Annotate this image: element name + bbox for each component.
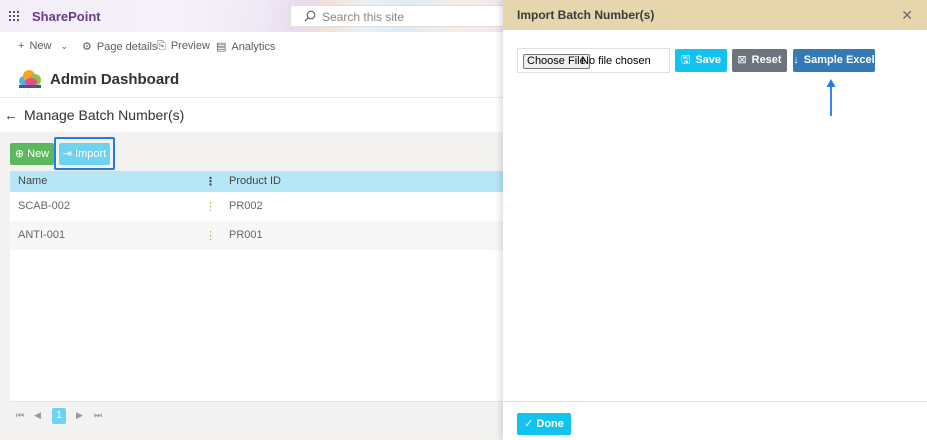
- cell-product-id: PR001: [229, 229, 263, 241]
- analytics-button[interactable]: ▤ Analytics: [216, 40, 275, 53]
- import-panel: Import Batch Number(s) ✕ Choose File No …: [503, 0, 927, 440]
- sharepoint-page: SharePoint Search this site + New ⌄ ⚙ Page…: [0, 0, 503, 440]
- save-button[interactable]: 🖫 Save: [675, 49, 727, 72]
- import-button[interactable]: ⇥ Import: [59, 143, 110, 165]
- preview-icon: ⎘: [157, 40, 166, 52]
- new-record-button[interactable]: ⊕ New: [10, 143, 54, 165]
- reset-label: Reset: [751, 54, 782, 66]
- file-input[interactable]: Choose File No file chosen: [517, 48, 670, 73]
- column-header-product-id[interactable]: Product ID: [229, 175, 281, 187]
- chevron-down-icon: ⌄: [60, 41, 69, 51]
- cell-name: SCAB-002: [18, 200, 70, 212]
- sample-excel-button[interactable]: ↓ Sample Excel: [793, 49, 875, 72]
- done-label: Done: [536, 418, 564, 430]
- search-icon: [304, 10, 316, 22]
- new-menu-button[interactable]: + New ⌄: [18, 40, 73, 52]
- sample-excel-label: Sample Excel: [803, 54, 875, 66]
- plus-circle-icon: ⊕: [14, 148, 25, 160]
- sharepoint-brand-link[interactable]: SharePoint: [32, 9, 101, 24]
- column-menu-icon[interactable]: ⋮: [205, 175, 216, 188]
- current-page-button[interactable]: 1: [52, 408, 66, 424]
- search-placeholder: Search this site: [322, 10, 405, 24]
- prev-page-icon[interactable]: ◀: [34, 410, 41, 421]
- reset-button[interactable]: ⊠ Reset: [732, 49, 787, 72]
- table-row[interactable]: SCAB-002 ⋮ PR002: [10, 192, 503, 221]
- first-page-icon[interactable]: ⏮: [16, 410, 24, 421]
- save-label: Save: [695, 54, 722, 66]
- next-page-icon[interactable]: ▶: [76, 410, 83, 421]
- analytics-label: Analytics: [231, 41, 276, 53]
- reset-icon: ⊠: [737, 54, 747, 66]
- last-page-icon[interactable]: ⏭: [94, 410, 102, 421]
- check-icon: ✓: [524, 418, 534, 430]
- choose-file-button[interactable]: Choose File: [523, 54, 590, 69]
- page-heading-text: Manage Batch Number(s): [24, 107, 185, 123]
- no-file-text: No file chosen: [581, 55, 651, 67]
- new-record-label: New: [27, 148, 50, 160]
- site-search-box[interactable]: Search this site: [290, 5, 503, 27]
- cell-name: ANTI-001: [18, 229, 66, 241]
- gear-icon: ⚙: [82, 41, 92, 53]
- cell-product-id: PR002: [229, 200, 263, 212]
- page-details-label: Page details: [96, 41, 158, 53]
- plus-icon: +: [18, 40, 25, 52]
- panel-header: Import Batch Number(s) ✕: [503, 0, 927, 30]
- close-icon[interactable]: ✕: [901, 7, 913, 24]
- suite-bar: SharePoint Search this site: [0, 0, 503, 32]
- site-logo-icon: [19, 70, 41, 88]
- row-menu-icon[interactable]: ⋮: [205, 200, 216, 213]
- grid-empty-area: [10, 250, 503, 401]
- row-menu-icon[interactable]: ⋮: [205, 229, 216, 242]
- grid-header: Name ⋮ Product ID: [10, 171, 503, 192]
- download-icon: ↓: [793, 54, 799, 66]
- panel-title: Import Batch Number(s): [517, 8, 655, 22]
- table-row[interactable]: ANTI-001 ⋮ PR001: [10, 221, 503, 250]
- page-heading: ← Manage Batch Number(s): [4, 107, 184, 123]
- analytics-icon: ▤: [216, 41, 227, 53]
- header-divider: [0, 97, 503, 98]
- page-details-button[interactable]: ⚙ Page details: [82, 40, 157, 53]
- panel-footer-divider: [503, 401, 927, 402]
- new-menu-label: New: [29, 40, 52, 52]
- annotation-arrow-up: [826, 79, 836, 116]
- save-icon: 🖫: [680, 54, 691, 66]
- done-button[interactable]: ✓ Done: [517, 413, 571, 435]
- app-launcher-icon[interactable]: [9, 11, 19, 21]
- site-title[interactable]: Admin Dashboard: [50, 71, 179, 88]
- import-icon: ⇥: [62, 148, 72, 160]
- command-bar: + New ⌄ ⚙ Page details ⎘ Preview ▤ Analytics: [0, 36, 503, 60]
- preview-button[interactable]: ⎘ Preview: [157, 40, 210, 53]
- column-header-name[interactable]: Name: [18, 175, 47, 187]
- preview-label: Preview: [170, 40, 210, 52]
- import-label: Import: [75, 148, 107, 160]
- back-arrow-icon[interactable]: ←: [4, 107, 18, 123]
- grid-pager: ⏮ ◀ 1 ▶ ⏭: [10, 401, 503, 429]
